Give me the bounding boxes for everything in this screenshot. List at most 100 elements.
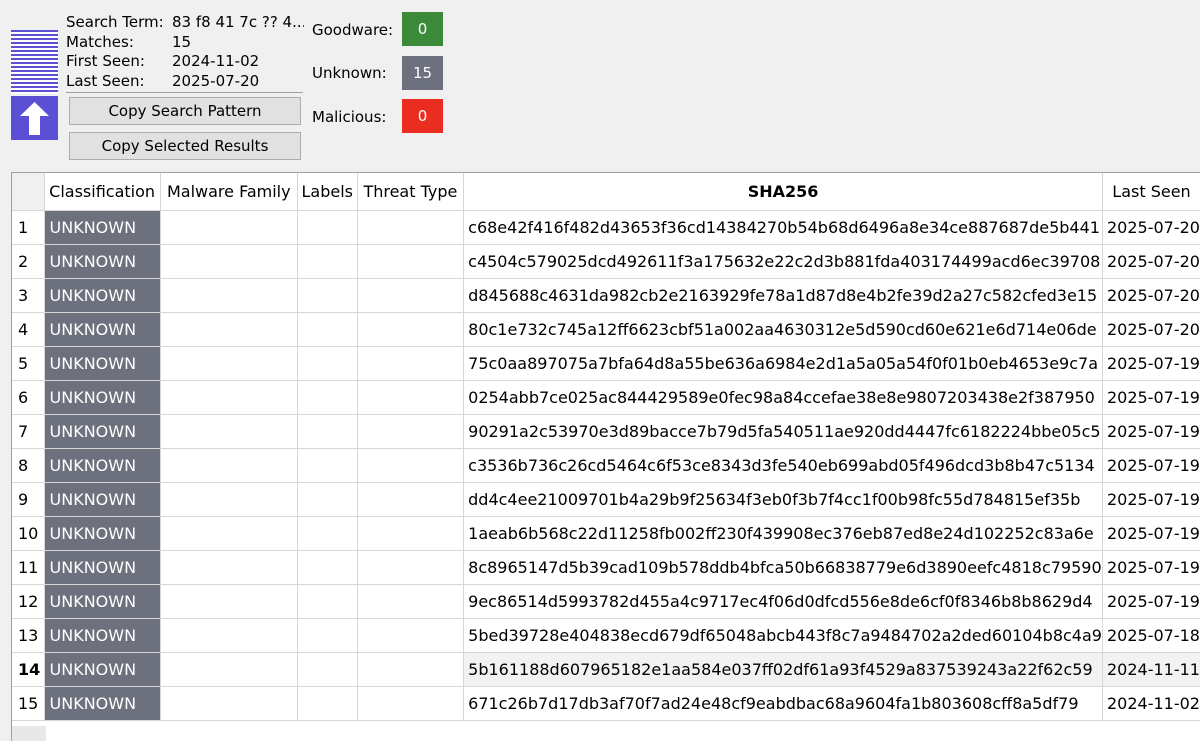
- table-row[interactable]: 14 UNKNOWN 5b161188d607965182e1aa584e037ff…: [12, 652, 1200, 687]
- sha256-cell[interactable]: 9ec86514d5993782d455a4c9717ec4f06d0dfcd5…: [463, 584, 1103, 619]
- threat-type-cell[interactable]: [357, 448, 465, 483]
- last-seen-cell[interactable]: 2025-07-19: [1102, 414, 1200, 449]
- table-row[interactable]: 11 UNKNOWN 8c8965147d5b39cad109b578ddb4bfc…: [12, 550, 1200, 585]
- column-header-sha256[interactable]: SHA256: [463, 173, 1103, 211]
- last-seen-cell[interactable]: 2025-07-20: [1102, 244, 1200, 279]
- row-number[interactable]: 13: [12, 618, 45, 653]
- row-number[interactable]: 15: [12, 686, 45, 721]
- malware-family-cell[interactable]: [160, 380, 298, 415]
- last-seen-cell[interactable]: 2025-07-19: [1102, 482, 1200, 517]
- sha256-cell[interactable]: 671c26b7d17db3af70f7ad24e48cf9eabdbac68a…: [463, 686, 1103, 721]
- labels-cell[interactable]: [297, 312, 358, 347]
- threat-type-cell[interactable]: [357, 346, 465, 381]
- row-number[interactable]: 7: [12, 414, 45, 449]
- threat-type-cell[interactable]: [357, 584, 465, 619]
- table-row[interactable]: 8 UNKNOWN c3536b736c26cd5464c6f53ce8343d3f…: [12, 448, 1200, 483]
- labels-cell[interactable]: [297, 652, 358, 687]
- header-corner[interactable]: [12, 173, 45, 211]
- classification-cell[interactable]: UNKNOWN: [44, 584, 161, 619]
- last-seen-cell[interactable]: 2025-07-19: [1102, 584, 1200, 619]
- labels-cell[interactable]: [297, 244, 358, 279]
- threat-type-cell[interactable]: [357, 686, 465, 721]
- row-number[interactable]: 5: [12, 346, 45, 381]
- row-number[interactable]: 2: [12, 244, 45, 279]
- labels-cell[interactable]: [297, 686, 358, 721]
- sha256-cell[interactable]: 0254abb7ce025ac844429589e0fec98a84ccefae…: [463, 380, 1103, 415]
- sha256-cell[interactable]: dd4c4ee21009701b4a29b9f25634f3eb0f3b7f4c…: [463, 482, 1103, 517]
- sha256-cell[interactable]: 90291a2c53970e3d89bacce7b79d5fa540511ae9…: [463, 414, 1103, 449]
- last-seen-cell[interactable]: 2025-07-19: [1102, 380, 1200, 415]
- row-number[interactable]: 1: [12, 210, 45, 245]
- malware-family-cell[interactable]: [160, 482, 298, 517]
- threat-type-cell[interactable]: [357, 652, 465, 687]
- last-seen-cell[interactable]: 2025-07-20: [1102, 278, 1200, 313]
- labels-cell[interactable]: [297, 618, 358, 653]
- row-number[interactable]: 11: [12, 550, 45, 585]
- malware-family-cell[interactable]: [160, 584, 298, 619]
- labels-cell[interactable]: [297, 346, 358, 381]
- threat-type-cell[interactable]: [357, 312, 465, 347]
- last-seen-cell[interactable]: 2024-11-11: [1102, 652, 1200, 687]
- malware-family-cell[interactable]: [160, 278, 298, 313]
- classification-cell[interactable]: UNKNOWN: [44, 414, 161, 449]
- column-header-classification[interactable]: Classification: [44, 173, 161, 211]
- malware-family-cell[interactable]: [160, 618, 298, 653]
- row-number[interactable]: 10: [12, 516, 45, 551]
- classification-cell[interactable]: UNKNOWN: [44, 686, 161, 721]
- threat-type-cell[interactable]: [357, 550, 465, 585]
- last-seen-cell[interactable]: 2025-07-19: [1102, 346, 1200, 381]
- classification-cell[interactable]: UNKNOWN: [44, 380, 161, 415]
- sha256-cell[interactable]: c4504c579025dcd492611f3a175632e22c2d3b88…: [463, 244, 1103, 279]
- malware-family-cell[interactable]: [160, 244, 298, 279]
- table-row[interactable]: 10 UNKNOWN 1aeab6b568c22d11258fb002ff230f4…: [12, 516, 1200, 551]
- labels-cell[interactable]: [297, 448, 358, 483]
- labels-cell[interactable]: [297, 278, 358, 313]
- threat-type-cell[interactable]: [357, 482, 465, 517]
- row-number[interactable]: 6: [12, 380, 45, 415]
- labels-cell[interactable]: [297, 380, 358, 415]
- sha256-cell[interactable]: 1aeab6b568c22d11258fb002ff230f439908ec37…: [463, 516, 1103, 551]
- row-number[interactable]: 12: [12, 584, 45, 619]
- classification-cell[interactable]: UNKNOWN: [44, 652, 161, 687]
- row-number[interactable]: 9: [12, 482, 45, 517]
- malware-family-cell[interactable]: [160, 652, 298, 687]
- table-row[interactable]: 12 UNKNOWN 9ec86514d5993782d455a4c9717ec4f…: [12, 584, 1200, 619]
- last-seen-cell[interactable]: 2025-07-19: [1102, 516, 1200, 551]
- classification-cell[interactable]: UNKNOWN: [44, 448, 161, 483]
- row-number[interactable]: 14: [12, 652, 45, 687]
- labels-cell[interactable]: [297, 584, 358, 619]
- last-seen-cell[interactable]: 2025-07-19: [1102, 550, 1200, 585]
- table-row[interactable]: 13 UNKNOWN 5bed39728e404838ecd679df65048ab…: [12, 618, 1200, 653]
- sha256-cell[interactable]: 5b161188d607965182e1aa584e037ff02df61a93…: [463, 652, 1103, 687]
- classification-cell[interactable]: UNKNOWN: [44, 482, 161, 517]
- threat-type-cell[interactable]: [357, 618, 465, 653]
- table-row[interactable]: 1 UNKNOWN c68e42f416f482d43653f36cd1438427…: [12, 210, 1200, 245]
- table-row[interactable]: 3 UNKNOWN d845688c4631da982cb2e2163929fe78…: [12, 278, 1200, 313]
- threat-type-cell[interactable]: [357, 414, 465, 449]
- sha256-cell[interactable]: 75c0aa897075a7bfa64d8a55be636a6984e2d1a5…: [463, 346, 1103, 381]
- last-seen-cell[interactable]: 2025-07-18: [1102, 618, 1200, 653]
- labels-cell[interactable]: [297, 516, 358, 551]
- malware-family-cell[interactable]: [160, 550, 298, 585]
- sha256-cell[interactable]: 8c8965147d5b39cad109b578ddb4bfca50b66838…: [463, 550, 1103, 585]
- column-header-last-seen[interactable]: Last Seen: [1102, 173, 1200, 211]
- row-number[interactable]: 8: [12, 448, 45, 483]
- sha256-cell[interactable]: c68e42f416f482d43653f36cd14384270b54b68d…: [463, 210, 1103, 245]
- classification-cell[interactable]: UNKNOWN: [44, 312, 161, 347]
- classification-cell[interactable]: UNKNOWN: [44, 618, 161, 653]
- copy-selected-results-button[interactable]: Copy Selected Results: [69, 132, 301, 160]
- malware-family-cell[interactable]: [160, 312, 298, 347]
- table-row[interactable]: 7 UNKNOWN 90291a2c53970e3d89bacce7b79d5fa5…: [12, 414, 1200, 449]
- classification-cell[interactable]: UNKNOWN: [44, 210, 161, 245]
- last-seen-cell[interactable]: 2025-07-19: [1102, 448, 1200, 483]
- last-seen-cell[interactable]: 2025-07-20: [1102, 312, 1200, 347]
- threat-type-cell[interactable]: [357, 278, 465, 313]
- malware-family-cell[interactable]: [160, 346, 298, 381]
- labels-cell[interactable]: [297, 550, 358, 585]
- sha256-cell[interactable]: d845688c4631da982cb2e2163929fe78a1d87d8e…: [463, 278, 1103, 313]
- column-header-malware-family[interactable]: Malware Family: [160, 173, 298, 211]
- copy-search-pattern-button[interactable]: Copy Search Pattern: [69, 97, 301, 125]
- column-header-threat-type[interactable]: Threat Type: [357, 173, 465, 211]
- malware-family-cell[interactable]: [160, 414, 298, 449]
- threat-type-cell[interactable]: [357, 516, 465, 551]
